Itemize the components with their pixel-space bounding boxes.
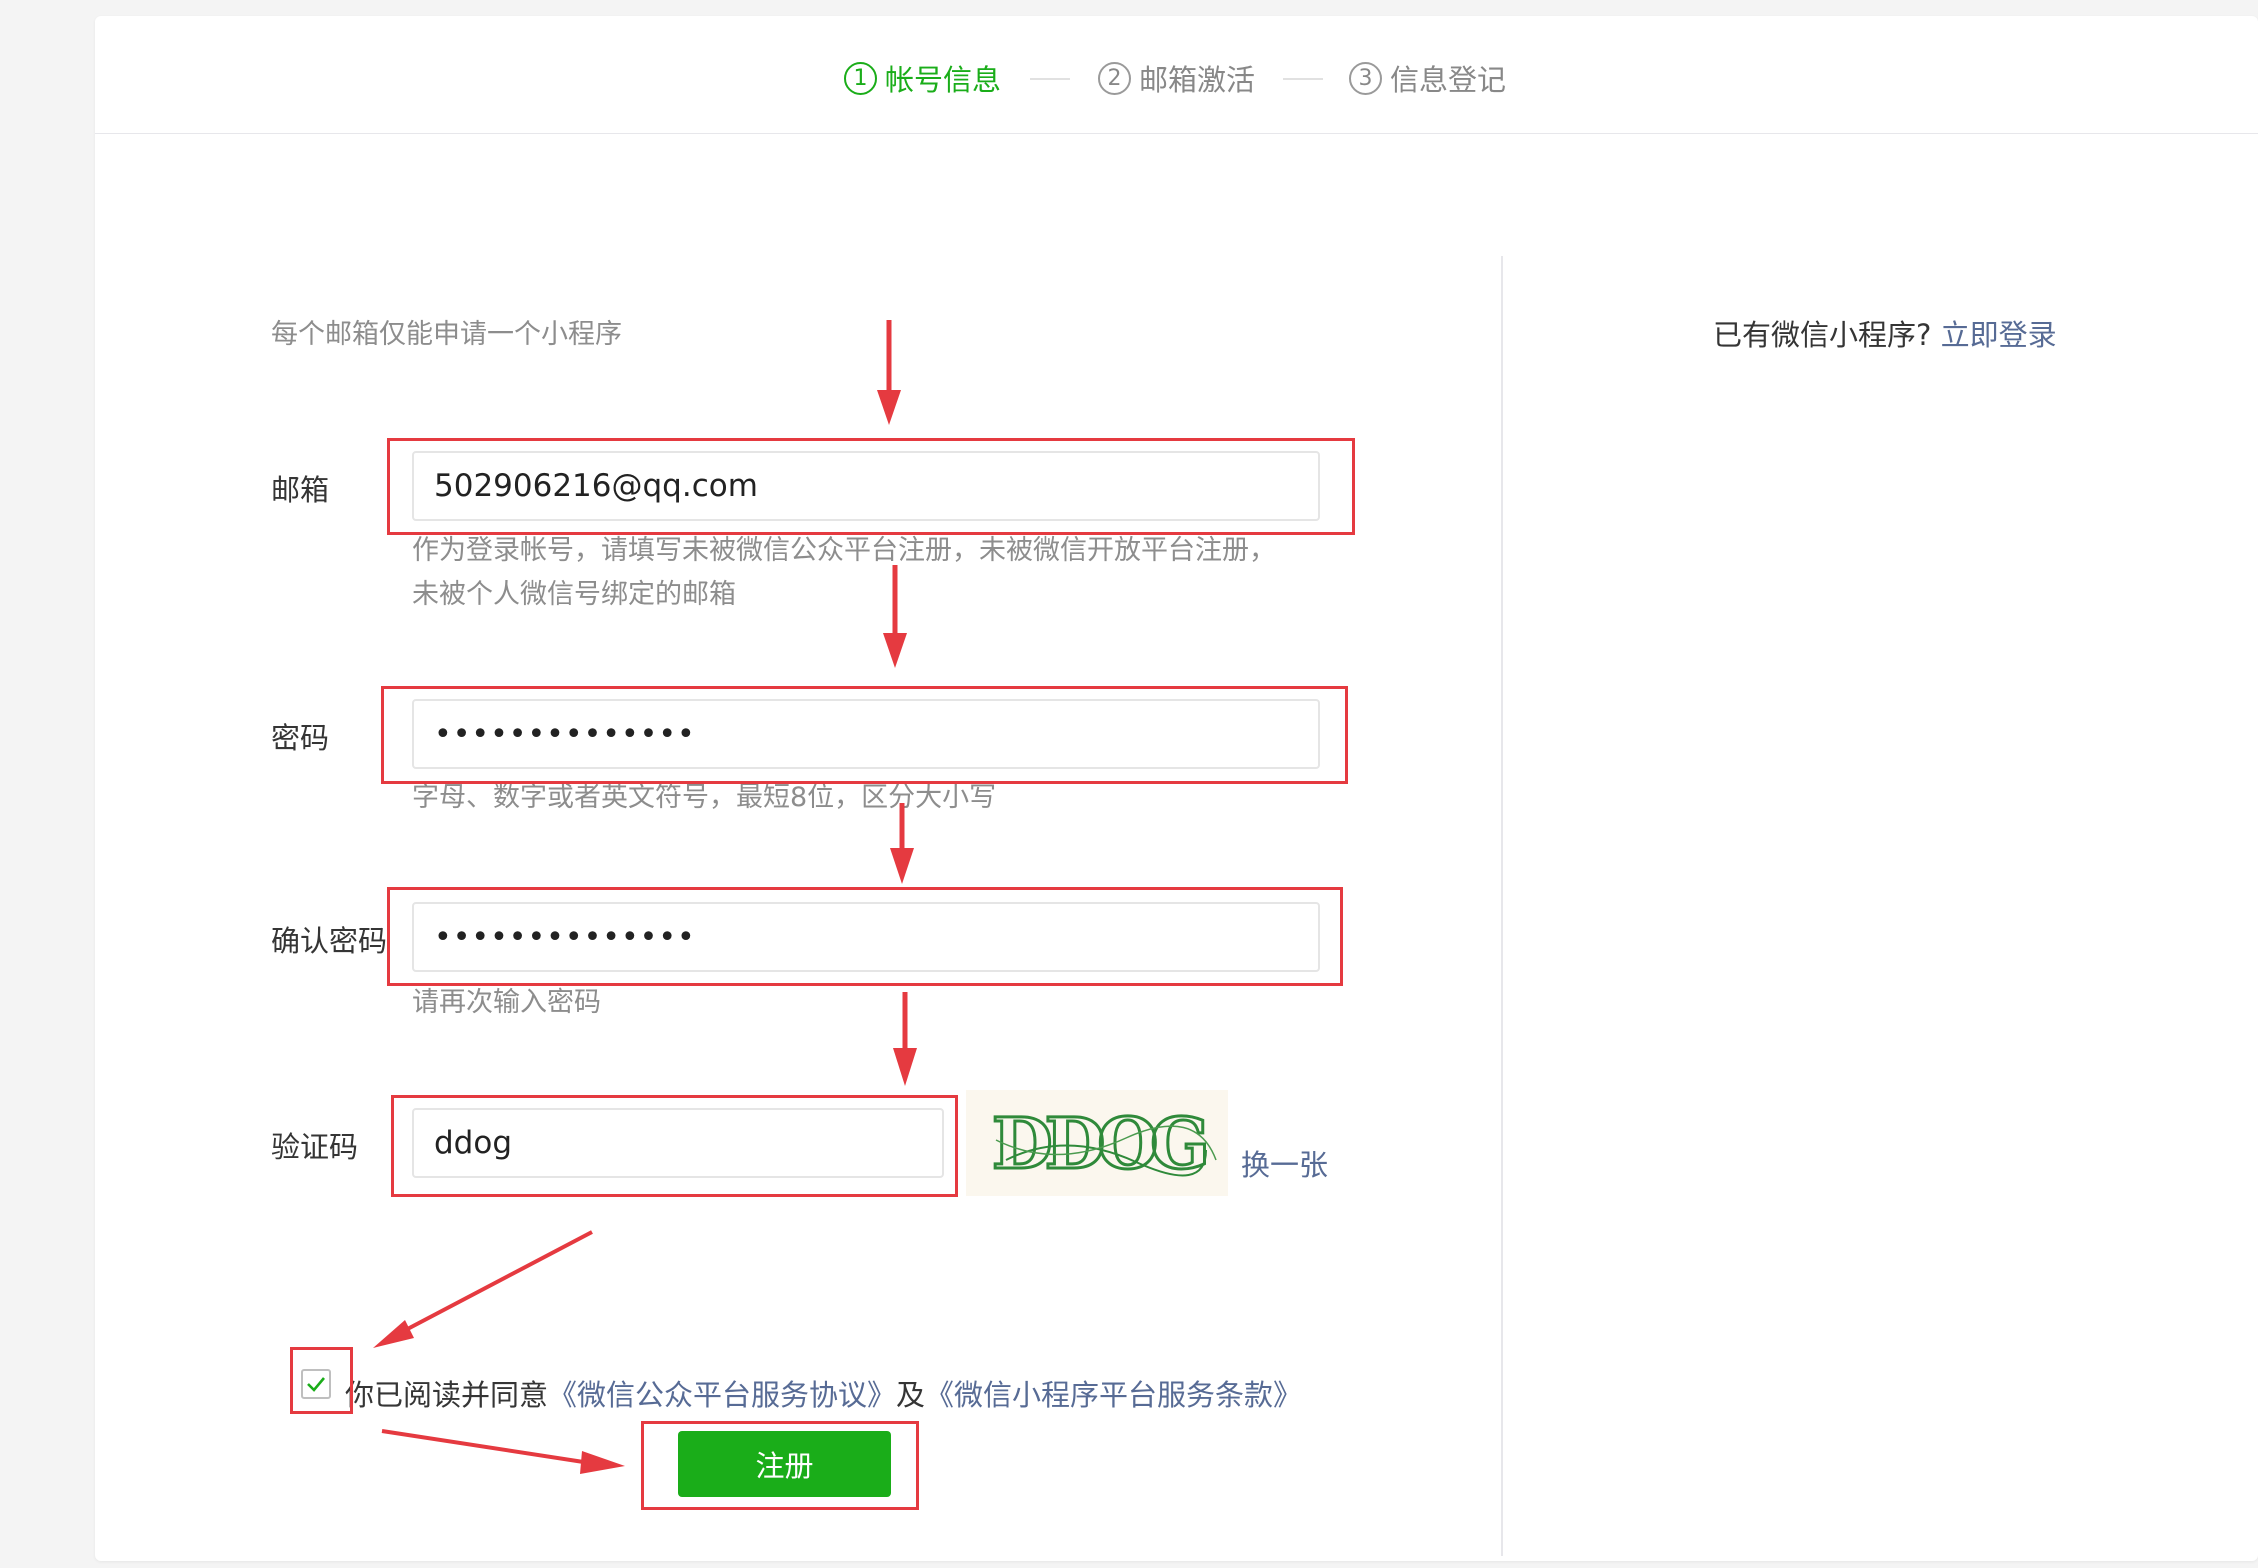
refresh-captcha-link[interactable]: 换一张 <box>1241 1142 1328 1184</box>
highlight-captcha <box>391 1095 958 1197</box>
highlight-confirm-password <box>387 887 1343 986</box>
step-connector <box>1030 78 1070 80</box>
step-label-2: 邮箱激活 <box>1139 63 1256 97</box>
step-label-1: 帐号信息 <box>885 63 1002 97</box>
service-agreement-link[interactable]: 《微信公众平台服务协议》 <box>548 1378 896 1412</box>
captcha-image[interactable]: DDOG <box>966 1090 1228 1196</box>
login-hint-text: 已有微信小程序? <box>1713 318 1932 352</box>
login-link[interactable]: 立即登录 <box>1941 318 2057 352</box>
registration-card: 1 帐号信息 2 邮箱激活 3 信息登记 每个邮箱仅能申请一个小程序 已有微信小… <box>95 16 2258 1561</box>
captcha-text: DDOG <box>992 1102 1205 1185</box>
login-hint: 已有微信小程序? 立即登录 <box>1713 312 2057 354</box>
highlight-email <box>387 438 1355 535</box>
confirm-password-tip: 请再次输入密码 <box>412 987 601 1018</box>
step-number-1: 1 <box>844 61 877 95</box>
agreement-text: 你已阅读并同意《微信公众平台服务协议》及《微信小程序平台服务条款》 <box>345 1372 1302 1414</box>
terms-link[interactable]: 《微信小程序平台服务条款》 <box>925 1378 1302 1412</box>
column-divider <box>1501 256 1503 1556</box>
confirm-password-label: 确认密码 <box>271 924 388 958</box>
email-label: 邮箱 <box>271 473 330 507</box>
highlight-register-button <box>641 1421 919 1510</box>
intro-text: 每个邮箱仅能申请一个小程序 <box>271 319 622 350</box>
email-tip-line2: 未被个人微信号绑定的邮箱 <box>412 579 736 610</box>
step-number-2: 2 <box>1098 61 1131 95</box>
step-account-info: 1 帐号信息 <box>844 57 1001 99</box>
highlight-checkbox <box>290 1347 353 1414</box>
step-label-3: 信息登记 <box>1390 63 1507 97</box>
step-email-activation: 2 邮箱激活 <box>1098 57 1255 99</box>
email-tip-line1: 作为登录帐号，请填写未被微信公众平台注册，未被微信开放平台注册， <box>412 535 1276 566</box>
email-tip: 作为登录帐号，请填写未被微信公众平台注册，未被微信开放平台注册， 未被个人微信号… <box>412 529 1276 617</box>
step-number-3: 3 <box>1349 61 1382 95</box>
password-label: 密码 <box>271 721 330 755</box>
agreement-middle: 及 <box>896 1378 926 1412</box>
highlight-password <box>381 686 1348 784</box>
agreement-prefix: 你已阅读并同意 <box>345 1378 549 1412</box>
captcha-label: 验证码 <box>271 1130 359 1164</box>
step-indicator: 1 帐号信息 2 邮箱激活 3 信息登记 <box>95 16 2258 134</box>
step-connector <box>1283 78 1323 80</box>
step-info-registration: 3 信息登记 <box>1349 57 1506 99</box>
